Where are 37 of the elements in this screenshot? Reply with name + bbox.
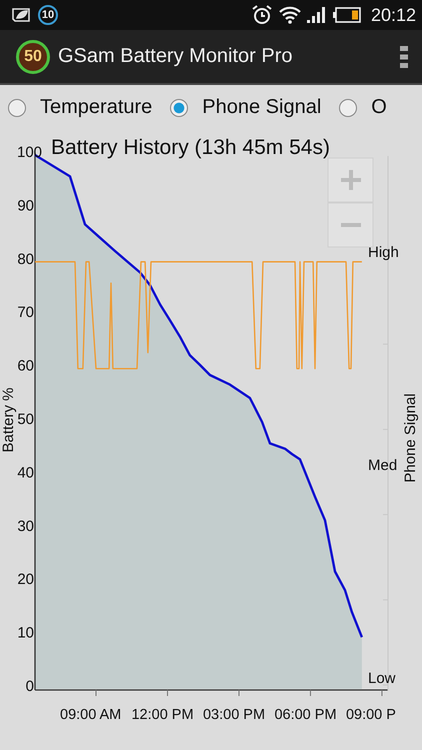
y-tick-label: 20 — [17, 571, 34, 588]
wifi-icon — [278, 6, 301, 24]
y-tick-label: 50 — [17, 411, 34, 428]
y-tick-label: 100 — [17, 144, 42, 161]
signal-bars-icon — [306, 7, 327, 23]
y-tick-label: 10 — [17, 624, 34, 642]
app-logo: 50 — [16, 40, 50, 74]
y-axis-label: Battery % — [0, 387, 17, 453]
radio-option[interactable]: Temperature — [8, 96, 152, 119]
x-tick-label: 12:00 PM — [132, 707, 194, 723]
x-tick-label: 03:00 PM — [202, 707, 266, 723]
zoom-out-button[interactable] — [328, 202, 374, 248]
right-tick-label: Low — [368, 670, 396, 687]
x-tick-label: 06:00 PM — [274, 707, 337, 723]
battery-icon — [332, 7, 361, 23]
y-tick-label: 30 — [17, 518, 34, 535]
app-title: GSam Battery Monitor Pro — [58, 45, 294, 68]
leaf-card-icon — [10, 7, 32, 23]
y-tick-label: 80 — [17, 250, 34, 268]
y-tick-label: 0 — [26, 678, 34, 695]
y-tick-label: 40 — [17, 464, 34, 482]
overflow-menu-icon[interactable] — [400, 46, 408, 68]
chart-title: Battery History (13h 45m 54s) — [51, 136, 330, 159]
radio-option[interactable]: Phone Signal — [170, 96, 322, 119]
alarm-clock-icon — [250, 4, 273, 26]
clock-time: 20:12 — [370, 4, 416, 26]
y-tick-label: 70 — [17, 304, 34, 322]
y-tick-label: 60 — [17, 358, 34, 375]
y-tick-label: 90 — [17, 197, 34, 214]
right-tick-label: Med — [368, 457, 398, 474]
notification-badge: 10 — [38, 5, 58, 25]
x-tick-label: 09:00 AM — [60, 707, 122, 723]
radio-option[interactable]: O — [339, 96, 387, 119]
right-axis-label: Phone Signal — [402, 393, 419, 483]
right-tick-label: High — [368, 244, 399, 261]
x-tick-label: 09:00 P — [346, 707, 396, 723]
zoom-in-button[interactable] — [328, 158, 374, 202]
